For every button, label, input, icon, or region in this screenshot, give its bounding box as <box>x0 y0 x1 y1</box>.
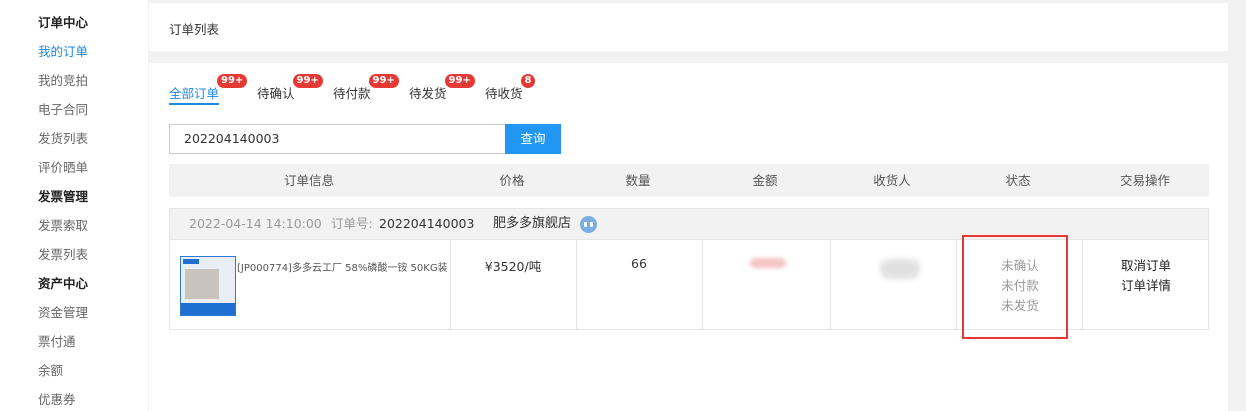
sidebar-item-reviews[interactable]: 评价晒单 <box>38 160 88 176</box>
count-badge: 99+ <box>217 74 248 88</box>
order-actions: 取消订单 订单详情 <box>1086 256 1206 296</box>
order-number: 202204140003 <box>379 216 475 231</box>
order-date: 2022-04-14 14:10:00 <box>189 216 322 231</box>
column-header-quantity: 数量 <box>625 173 651 188</box>
tab-label: 全部订单 <box>169 86 220 101</box>
column-header-order-info: 订单信息 <box>283 173 334 188</box>
sidebar-item-funds[interactable]: 资金管理 <box>38 305 88 321</box>
search-button[interactable]: 查询 <box>505 124 561 154</box>
tab-pending-receipt[interactable]: 待收货 8 <box>485 74 536 102</box>
tab-pending-payment[interactable]: 待付款 99+ <box>333 74 399 102</box>
tab-label: 待发货 <box>409 86 447 101</box>
page-title: 订单列表 <box>169 22 220 37</box>
count-badge: 8 <box>520 74 536 88</box>
product-thumbnail[interactable] <box>180 256 236 316</box>
order-detail-link[interactable]: 订单详情 <box>1086 276 1206 296</box>
order-quantity: 66 <box>631 256 647 271</box>
status-highlight-box <box>962 235 1068 339</box>
sidebar-item-shipping-list[interactable]: 发货列表 <box>38 131 88 147</box>
cancel-order-link[interactable]: 取消订单 <box>1086 256 1206 276</box>
count-badge: 99+ <box>368 74 399 88</box>
tab-label: 待确认 <box>257 86 295 101</box>
sidebar-item-balance[interactable]: 余额 <box>38 363 63 379</box>
sidebar-section-order-center: 订单中心 <box>38 15 89 30</box>
table-header: 订单信息 价格 数量 金额 收货人 状态 交易操作 <box>169 164 1209 197</box>
column-header-actions: 交易操作 <box>1119 173 1170 188</box>
sidebar-item-my-auctions[interactable]: 我的竞拍 <box>38 73 88 89</box>
tab-label: 待付款 <box>333 86 371 101</box>
tab-pending-shipment[interactable]: 待发货 99+ <box>409 74 475 102</box>
recipient-blurred <box>880 259 920 279</box>
column-header-status: 状态 <box>1005 173 1031 188</box>
sidebar-item-e-contracts[interactable]: 电子合同 <box>38 102 88 118</box>
sidebar-section-assets: 资产中心 <box>38 276 89 291</box>
tab-pending-confirm[interactable]: 待确认 99+ <box>257 74 323 102</box>
column-header-recipient: 收货人 <box>873 173 911 188</box>
page-header: 订单列表 <box>149 3 1228 51</box>
chat-icon[interactable] <box>580 216 597 233</box>
sidebar: 订单中心 我的订单 我的竞拍 电子合同 发货列表 评价晒单 发票管理 发票索取 … <box>0 0 148 411</box>
sidebar-item-piaofutong[interactable]: 票付通 <box>38 334 76 350</box>
sidebar-item-my-orders[interactable]: 我的订单 <box>38 44 88 60</box>
order-number-label: 订单号: <box>331 216 373 231</box>
sidebar-item-invoice-request[interactable]: 发票索取 <box>38 218 88 234</box>
tab-all-orders[interactable]: 全部订单 99+ <box>169 74 248 105</box>
active-tab-underline <box>169 103 220 105</box>
sidebar-item-coupons[interactable]: 优惠券 <box>38 392 76 408</box>
product-name[interactable]: [JP000774]多多云工厂 58%磷酸一铵 50KG装 <box>237 259 448 274</box>
sidebar-item-invoice-list[interactable]: 发票列表 <box>38 247 88 263</box>
tab-label: 待收货 <box>485 86 523 101</box>
order-amount-blurred <box>750 258 786 268</box>
shop-name[interactable]: 肥多多旗舰店 <box>493 209 571 239</box>
column-header-amount: 金额 <box>752 173 778 188</box>
column-header-price: 价格 <box>499 173 525 188</box>
order-price: ¥3520/吨 <box>484 259 542 274</box>
sidebar-section-invoice: 发票管理 <box>38 189 89 204</box>
count-badge: 99+ <box>292 74 323 88</box>
order-search-input[interactable]: 202204140003 <box>169 124 513 154</box>
count-badge: 99+ <box>444 74 475 88</box>
